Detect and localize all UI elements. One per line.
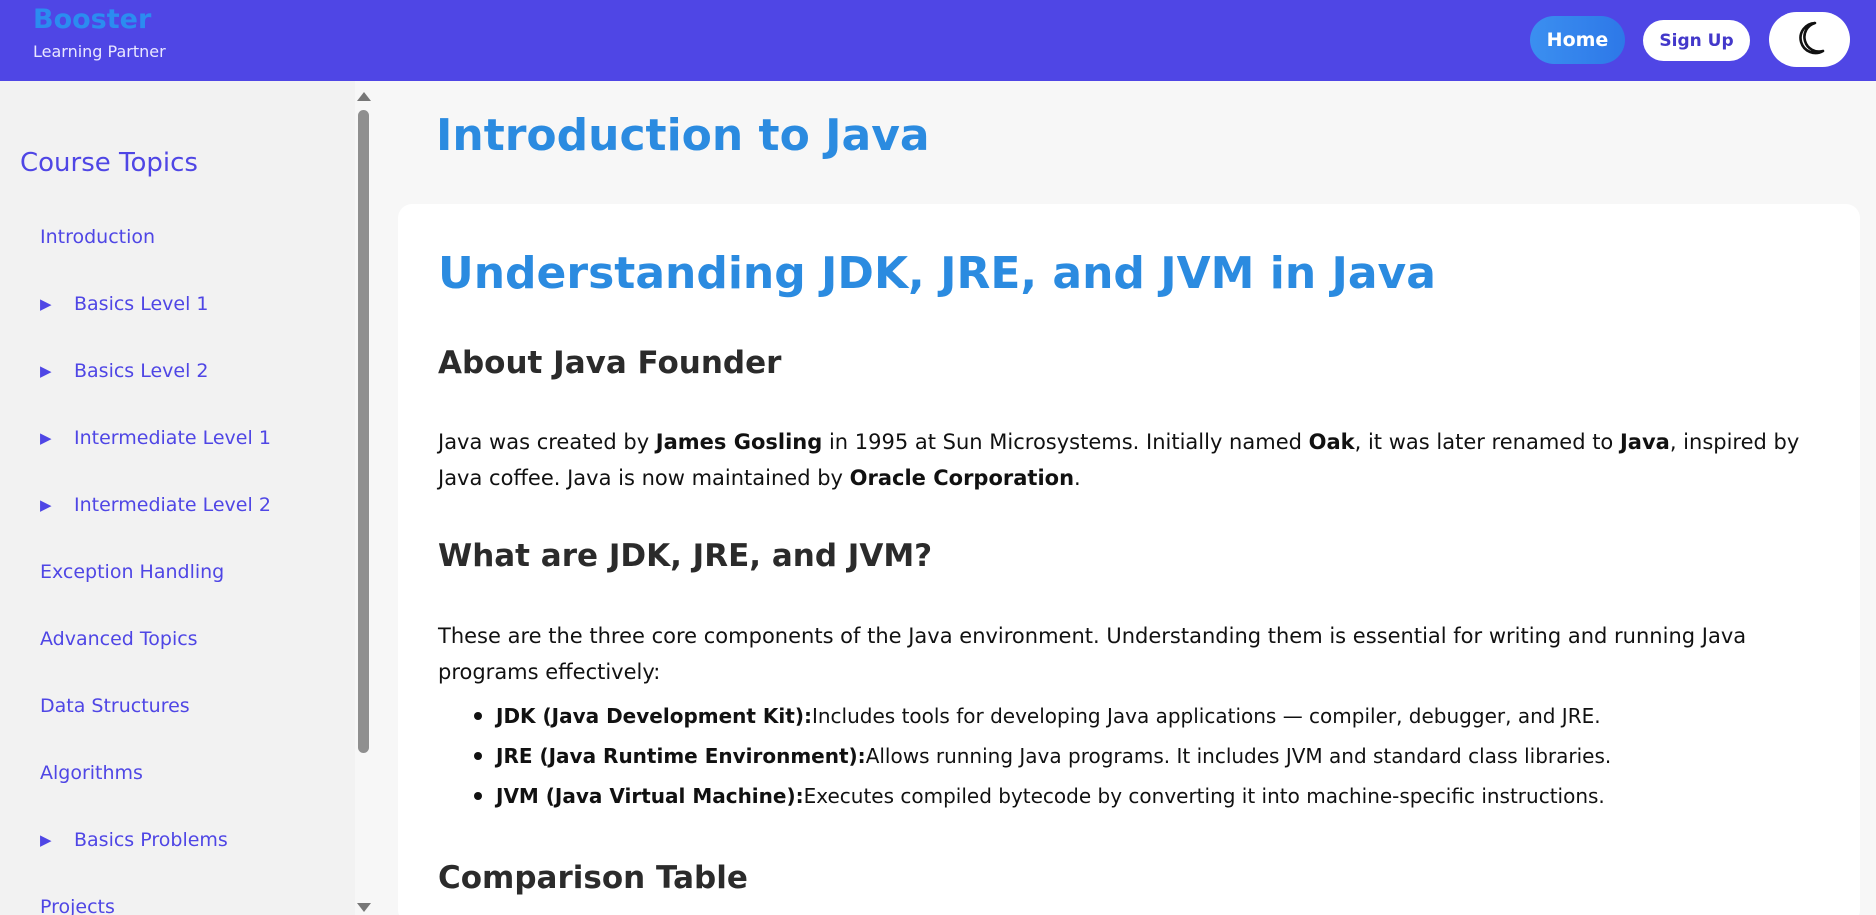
top-navbar: Booster Learning Partner Home Sign Up — [0, 0, 1876, 81]
list-item-term: JVM (Java Virtual Machine): — [496, 784, 804, 808]
expand-arrow-icon: ▶ — [40, 295, 52, 313]
section-heading-comparison: Comparison Table — [438, 860, 748, 896]
sidebar-item-exception-handling[interactable]: Exception Handling — [40, 561, 224, 583]
list-item: JVM (Java Virtual Machine): Executes com… — [438, 784, 1605, 808]
sidebar-item-label: Basics Level 2 — [74, 360, 209, 382]
sidebar-item-intermediate-level-2[interactable]: ▶ Intermediate Level 2 — [40, 494, 271, 516]
sidebar-title: Course Topics — [20, 148, 198, 178]
brand-name: Booster — [33, 4, 152, 35]
scrollbar-thumb[interactable] — [358, 110, 369, 753]
list-item-desc: Includes tools for developing Java appli… — [811, 704, 1601, 728]
bold-span: James Gosling — [655, 430, 823, 454]
sidebar-item-label: Basics Level 1 — [74, 293, 209, 315]
sidebar-item-label: Exception Handling — [40, 561, 225, 583]
scroll-up-arrow-icon[interactable] — [357, 92, 371, 101]
sidebar-item-label: Algorithms — [40, 762, 143, 784]
sidebar-item-basics-level-2[interactable]: ▶ Basics Level 2 — [40, 360, 209, 382]
sidebar-item-label: Data Structures — [40, 695, 190, 717]
brand[interactable]: Booster Learning Partner — [33, 4, 166, 62]
sidebar-item-basics-level-1[interactable]: ▶ Basics Level 1 — [40, 293, 209, 315]
brand-tagline: Learning Partner — [33, 42, 166, 61]
bullet-icon — [474, 752, 482, 760]
sidebar-item-label: Projects — [40, 896, 115, 915]
moon-icon — [1795, 21, 1825, 59]
sidebar-item-data-structures[interactable]: Data Structures — [40, 695, 190, 717]
list-item: JRE (Java Runtime Environment): Allows r… — [438, 744, 1611, 768]
section-heading-founder: About Java Founder — [438, 345, 782, 381]
expand-arrow-icon: ▶ — [40, 362, 52, 380]
article-title: Understanding JDK, JRE, and JVM in Java — [438, 248, 1436, 299]
list-item-desc: Allows running Java programs. It include… — [865, 744, 1612, 768]
list-item-term: JRE (Java Runtime Environment): — [496, 744, 866, 768]
sidebar-item-algorithms[interactable]: Algorithms — [40, 762, 143, 784]
sidebar-item-intermediate-level-1[interactable]: ▶ Intermediate Level 1 — [40, 427, 271, 449]
sidebar-item-label: Basics Problems — [74, 829, 228, 851]
expand-arrow-icon: ▶ — [40, 831, 52, 849]
sidebar: Course Topics Introduction ▶ Basics Leve… — [0, 81, 355, 915]
content-card: Understanding JDK, JRE, and JVM in Java … — [398, 204, 1860, 915]
expand-arrow-icon: ▶ — [40, 496, 52, 514]
sidebar-item-label: Intermediate Level 1 — [74, 427, 271, 449]
text-span: , it was later renamed to — [1354, 430, 1620, 454]
list-item: JDK (Java Development Kit): Includes too… — [438, 704, 1601, 728]
components-intro-paragraph: These are the three core components of t… — [438, 624, 1747, 684]
sidebar-item-label: Introduction — [40, 226, 156, 248]
bold-span: Oracle Corporation — [849, 466, 1075, 490]
bold-span: Java — [1619, 430, 1670, 454]
sidebar-item-projects[interactable]: Projects — [40, 896, 115, 915]
bold-span: Oak — [1308, 430, 1355, 454]
scroll-down-arrow-icon[interactable] — [357, 903, 371, 912]
founder-paragraph: Java was created by James Gosling in 199… — [438, 424, 1838, 496]
page-title: Introduction to Java — [436, 110, 930, 161]
bullet-icon — [474, 792, 482, 800]
text-span: in 1995 at Sun Microsystems. Initially n… — [822, 430, 1309, 454]
expand-arrow-icon: ▶ — [40, 429, 52, 447]
sidebar-item-basics-problems[interactable]: ▶ Basics Problems — [40, 829, 228, 851]
home-button[interactable]: Home — [1530, 16, 1625, 64]
sign-up-button[interactable]: Sign Up — [1643, 20, 1750, 61]
list-item-desc: Executes compiled bytecode by converting… — [803, 784, 1605, 808]
sidebar-item-label: Advanced Topics — [40, 628, 198, 650]
sidebar-item-label: Intermediate Level 2 — [74, 494, 271, 516]
bullet-icon — [474, 712, 482, 720]
theme-toggle-button[interactable] — [1769, 12, 1850, 67]
section-heading-components: What are JDK, JRE, and JVM? — [438, 538, 933, 574]
sidebar-item-advanced-topics[interactable]: Advanced Topics — [40, 628, 198, 650]
text-span: . — [1074, 466, 1081, 490]
sidebar-item-introduction[interactable]: Introduction — [40, 226, 155, 248]
list-item-term: JDK (Java Development Kit): — [496, 704, 812, 728]
text-span: Java was created by — [438, 430, 656, 454]
